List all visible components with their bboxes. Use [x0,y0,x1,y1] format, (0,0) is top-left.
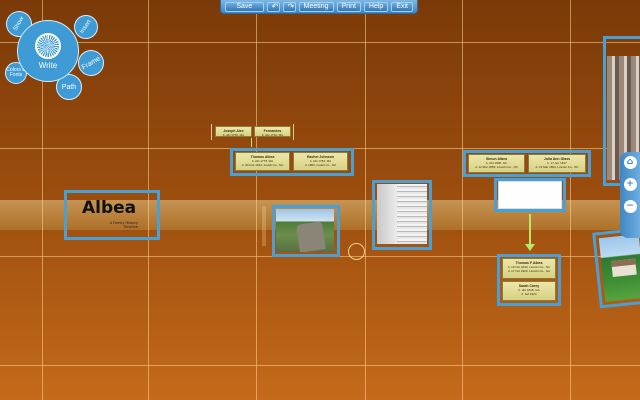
person-detail: b. abt 1756, MA [222,133,245,137]
path-marker-icon[interactable] [348,243,365,260]
document-edge [377,184,397,244]
person-detail: d. 1863, Iredell Co., NC [304,163,337,167]
gravestone-photo [276,209,334,252]
grid-line [570,0,571,400]
timeline-subtitle[interactable]: A Family History Timeline [108,221,138,229]
grid-line [0,365,640,366]
person-card-thomas[interactable]: Thomas Albea b. Abt 1778, MA d. 30 Feb 1… [235,152,290,171]
show-label: Show [12,16,26,33]
house-shape [611,258,637,278]
side-caption [262,206,266,246]
person-card-rachel[interactable]: Rachel Johnson b. Abt 1782, MA d. 1863, … [293,152,348,171]
insert-label: Insert [79,19,93,35]
home-icon[interactable]: ⌂ [623,156,637,169]
person-card-sarah[interactable]: Sarah Carey b. abt 1848, GA d. bef 1924 [502,281,556,301]
grid-line [256,0,257,400]
zoom-in-icon[interactable]: + [623,178,637,191]
connector-arrow [529,214,531,248]
save-button[interactable]: Save [225,1,264,12]
meeting-button[interactable]: Meeting [298,1,334,12]
person-detail: d. bef 1924 [521,292,537,296]
person-card-simon[interactable]: Simon Albea b. Abt 1808, NC d. 12 Mar 18… [468,154,525,173]
undo-icon[interactable]: ↶ [266,1,280,12]
person-detail: d. 17 Oct 1926, Lincoln Co., GA [507,269,551,273]
zoom-controls: ⌂ + − [620,152,640,238]
grid-line [462,0,463,400]
connector-arrow [251,138,252,147]
gravestone-shape [296,221,326,252]
person-detail: d. 12 Mar 1856, Lincoln Co., NC [475,165,518,169]
path-label: Path [61,83,77,91]
redo-icon[interactable]: ↷ [282,1,296,12]
frame-label: Frame [80,54,102,72]
person-detail: d. 13 Mar 1894, Lincoln Co., NC [535,165,579,169]
grid-line [365,0,366,400]
write-label: Write [38,60,58,70]
person-card-joseph[interactable]: Joseph Alex b. abt 1756, MA [215,126,252,137]
help-button[interactable]: Help [363,1,389,12]
exit-button[interactable]: Exit [391,1,413,12]
arrow-head-icon [525,244,535,251]
print-button[interactable]: Print [336,1,361,12]
person-detail: b. abt 1760, MA [261,133,284,137]
write-bubble[interactable]: Write [17,20,79,82]
timeline-title[interactable]: Albea [82,198,136,218]
grid-line [0,42,640,43]
zebra-wheel-icon[interactable] [35,32,61,59]
blank-image-placeholder [498,181,562,209]
person-card-thomas-f[interactable]: Thomas F Albea b. 19 Oct 1840, Lincoln C… [502,258,556,279]
top-toolbar: Save ↶ ↷ Meeting Print Help Exit [220,0,418,14]
house-photo [598,234,640,302]
person-detail: d. 30 Feb 1844, Iredell Co., NC [241,163,284,167]
person-card-julia[interactable]: Julia Ann Glass b. 17 Apr 1817 d. 13 Mar… [528,154,586,173]
zoom-out-icon[interactable]: − [623,200,637,213]
person-card-fernandes[interactable]: Fernandes b. abt 1760, MA [254,126,291,137]
document-scan [377,184,427,244]
